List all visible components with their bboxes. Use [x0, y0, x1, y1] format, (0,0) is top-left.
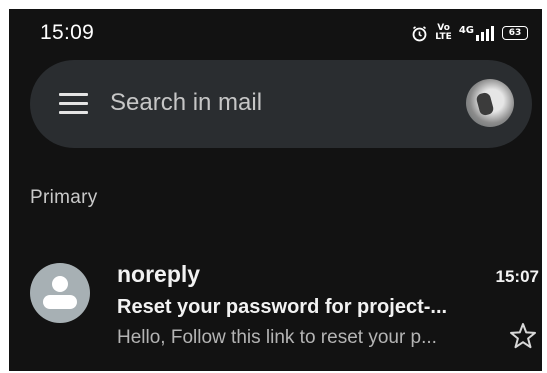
volte-icon: Vo LTE — [435, 23, 452, 42]
status-icons: Vo LTE 4G 63 — [411, 22, 528, 44]
account-avatar[interactable] — [466, 79, 514, 127]
section-label: Primary — [30, 187, 98, 208]
menu-icon[interactable] — [59, 93, 88, 115]
status-bar: 15:09 Vo LTE 4G 63 — [9, 9, 542, 59]
battery-icon: 63 — [502, 26, 528, 40]
mail-subject: Reset your password for project-... — [117, 296, 448, 318]
list-item[interactable]: noreply 15:07 Reset your password for pr… — [9, 245, 542, 355]
status-time: 15:09 — [40, 21, 95, 44]
signal-icon: 4G — [459, 25, 495, 42]
alarm-icon — [411, 25, 428, 42]
mail-snippet: Hello, Follow this link to reset your p.… — [117, 327, 437, 348]
mail-time: 15:07 — [495, 267, 539, 286]
search-input[interactable]: Search in mail — [110, 89, 262, 117]
star-icon[interactable] — [508, 321, 538, 351]
search-bar[interactable]: Search in mail — [30, 60, 532, 148]
mail-sender: noreply — [117, 261, 201, 287]
sender-avatar-icon[interactable] — [30, 263, 90, 323]
gmail-inbox-screen: 15:09 Vo LTE 4G 63 Search in mail Primar… — [9, 9, 542, 371]
